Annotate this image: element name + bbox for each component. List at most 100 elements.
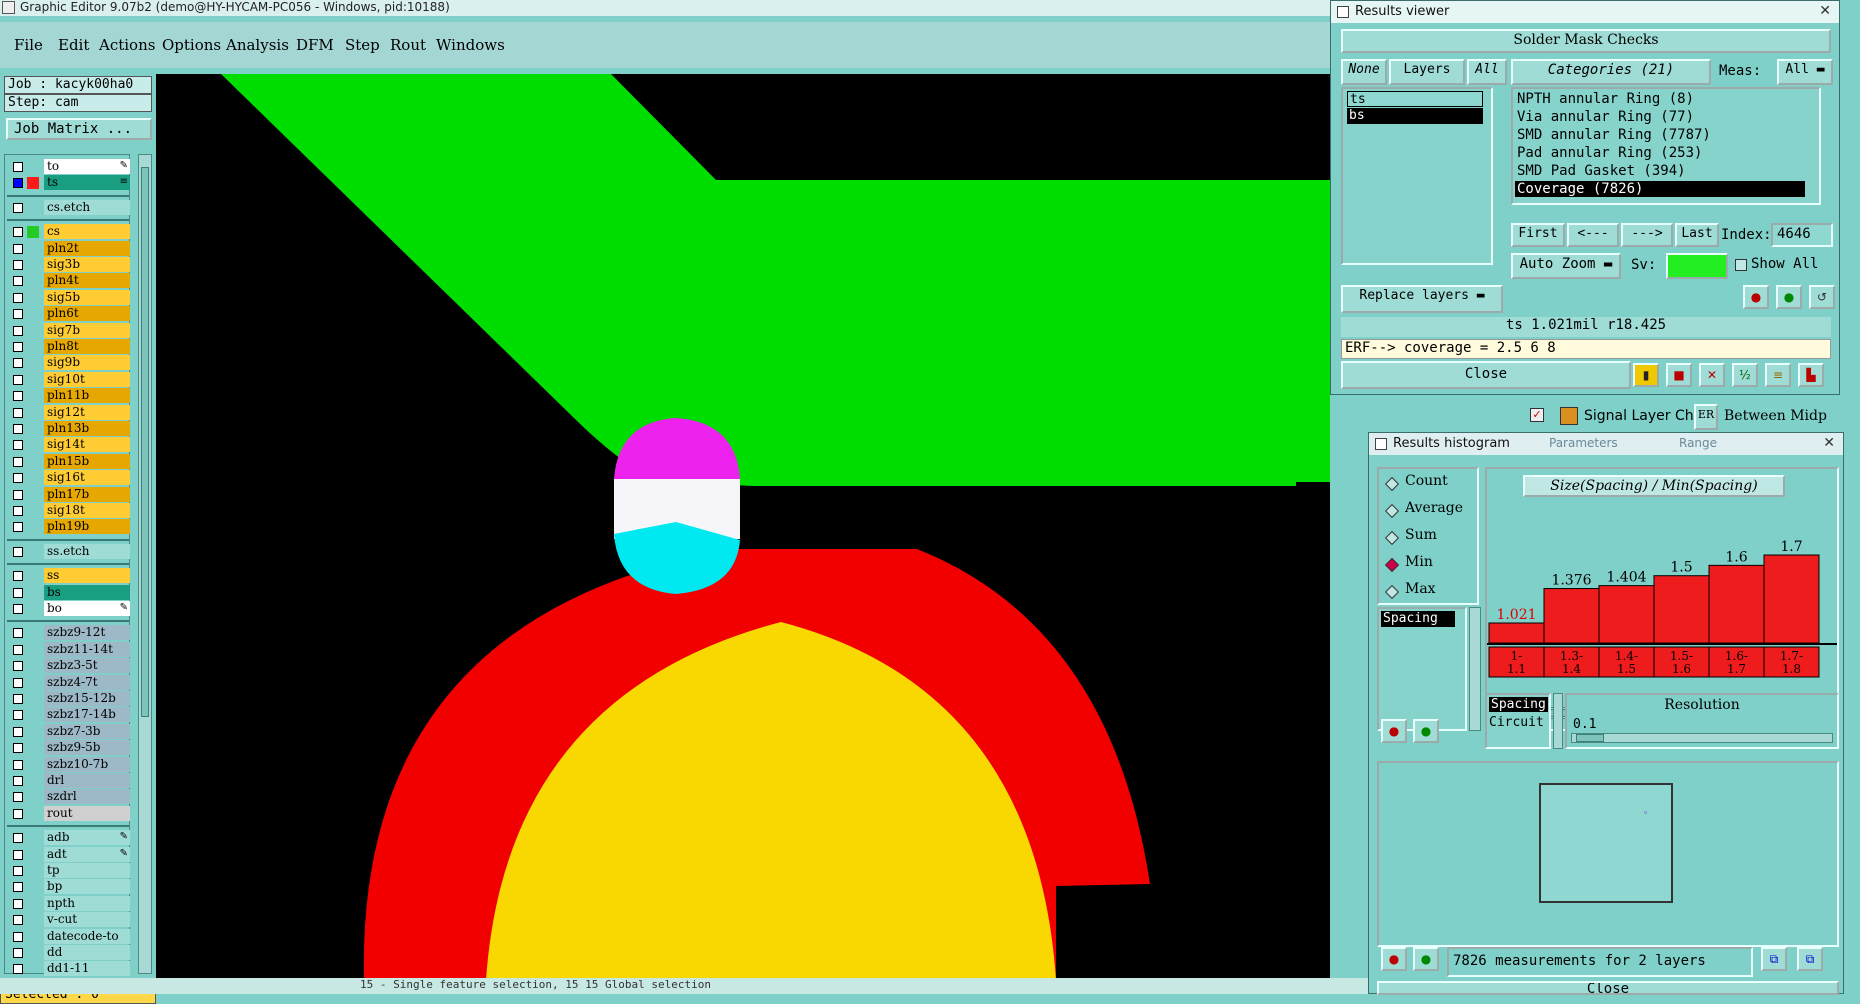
categories-button[interactable]: Categories (21) — [1511, 59, 1711, 85]
layer-row[interactable]: pln8t — [7, 339, 130, 354]
none-button[interactable]: None — [1341, 59, 1387, 85]
sv-color-dropdown[interactable] — [1666, 253, 1728, 279]
layer-checkbox[interactable] — [13, 260, 23, 270]
layer-row[interactable]: cs.etch — [7, 199, 130, 215]
histogram-close-button[interactable]: Close — [1377, 981, 1839, 995]
layer-row[interactable]: dd — [7, 945, 130, 960]
layer-checkbox[interactable] — [13, 710, 23, 721]
layer-name[interactable]: rout — [44, 805, 130, 821]
layer-row[interactable]: sig5b — [7, 289, 130, 305]
layer-name[interactable]: szbz4-7t — [44, 674, 130, 690]
layer-checkbox[interactable] — [13, 325, 23, 336]
layer-name[interactable]: adt ✎ — [44, 846, 130, 862]
layer-row[interactable]: sig3b — [7, 257, 130, 272]
range-tab[interactable]: Range — [1679, 433, 1717, 454]
measure-list-scrollbar[interactable] — [1469, 607, 1481, 731]
zoom-frame-icon[interactable]: ⧉ — [1761, 947, 1787, 971]
layer-name[interactable]: drl — [44, 773, 130, 788]
list-item[interactable]: bs — [1347, 108, 1483, 124]
layer-row[interactable]: szbz11-14t — [7, 641, 130, 657]
layer-checkbox[interactable] — [13, 644, 23, 655]
category-item[interactable]: SMD Pad Gasket (394) — [1515, 163, 1805, 179]
show-all-checkbox[interactable] — [1735, 259, 1747, 271]
layer-name[interactable]: to ✎ — [44, 159, 130, 174]
layer-row[interactable]: szdrl — [7, 789, 130, 805]
layer-row[interactable]: szbz3-5t — [7, 658, 130, 674]
graphic-canvas[interactable] — [156, 74, 1330, 980]
layer-checkbox[interactable] — [13, 677, 23, 688]
layer-name[interactable]: tp — [44, 863, 130, 878]
first-button[interactable]: First — [1511, 223, 1565, 247]
layer-name[interactable]: szbz15-12b — [44, 691, 130, 706]
layer-checkbox[interactable] — [13, 506, 23, 516]
layer-name[interactable]: sig7b — [44, 322, 130, 338]
layer-name[interactable]: ss.etch — [44, 543, 130, 559]
layer-row[interactable]: pln2t — [7, 240, 130, 256]
layer-checkbox[interactable] — [13, 342, 23, 352]
layer-checkbox[interactable] — [13, 915, 23, 926]
layer-checkbox[interactable] — [13, 391, 23, 402]
layer-name[interactable]: sig9b — [44, 355, 130, 371]
layer-name[interactable]: pln6t — [44, 306, 130, 322]
layer-checkbox[interactable] — [13, 522, 23, 533]
menu-file[interactable]: File — [14, 36, 43, 54]
layer-checkbox[interactable] — [13, 792, 23, 803]
layer-checkbox[interactable] — [13, 931, 23, 942]
layer-name[interactable]: szbz9-5b — [44, 740, 130, 756]
layer-name[interactable]: szdrl — [44, 789, 130, 805]
layer-checkbox[interactable] — [13, 456, 23, 467]
layer-row[interactable]: szbz4-7t — [7, 674, 130, 690]
histogram-bar[interactable] — [1653, 575, 1710, 644]
layer-checkbox[interactable] — [13, 833, 23, 844]
layer-name[interactable]: dd1-11 — [44, 961, 130, 977]
layer-checkbox[interactable] — [13, 759, 23, 770]
category-item[interactable]: SMD annular Ring (7787) — [1515, 127, 1805, 143]
menu-dfm[interactable]: DFM — [296, 36, 334, 54]
layer-row[interactable]: ss.etch — [7, 543, 130, 559]
layer-checkbox[interactable] — [13, 964, 23, 975]
last-button[interactable]: Last — [1675, 223, 1719, 247]
histogram-bar[interactable] — [1543, 588, 1600, 644]
zoom-window-icon[interactable]: ⧉ — [1797, 947, 1823, 971]
layer-list-scrollbar[interactable] — [138, 154, 152, 974]
layer-checkbox[interactable] — [13, 776, 23, 786]
layer-checkbox[interactable] — [13, 276, 23, 287]
layers-button[interactable]: Layers — [1389, 59, 1465, 85]
index-input[interactable]: 4646 — [1771, 223, 1833, 247]
meas-dropdown[interactable]: All ▬ — [1777, 59, 1833, 85]
list-item[interactable]: Spacing — [1381, 611, 1455, 627]
layer-row[interactable]: sig16t — [7, 470, 130, 486]
layer-checkbox[interactable] — [13, 948, 23, 958]
layer-checkbox[interactable] — [13, 604, 23, 614]
histogram-bar[interactable] — [1763, 554, 1820, 644]
mode-radio[interactable] — [1384, 476, 1400, 492]
layer-row[interactable]: bp — [7, 879, 130, 895]
layer-row[interactable]: tp — [7, 863, 130, 878]
layer-name[interactable]: datecode-to — [44, 928, 130, 944]
layer-row[interactable]: adb ✎ — [7, 830, 130, 846]
layer-name[interactable]: bs — [44, 584, 130, 600]
undo-icon[interactable]: ↺ — [1809, 285, 1835, 309]
layer-row[interactable]: adt ✎ — [7, 846, 130, 862]
layer-row[interactable]: sig10t — [7, 371, 130, 387]
menu-rout[interactable]: Rout — [390, 36, 426, 54]
parameters-tab[interactable]: Parameters — [1549, 433, 1618, 454]
layer-name[interactable]: pln11b — [44, 388, 130, 404]
layer-checkbox[interactable] — [13, 587, 23, 598]
layer-name[interactable]: sig14t — [44, 437, 130, 453]
resolution-slider[interactable] — [1571, 733, 1833, 743]
all-button[interactable]: All — [1467, 59, 1507, 85]
layer-checkbox[interactable] — [13, 661, 23, 672]
refresh-icon[interactable]: ● — [1413, 947, 1439, 971]
layer-name[interactable]: sig3b — [44, 257, 130, 272]
layer-row[interactable]: bo ✎ — [7, 601, 130, 616]
resolution-list-scrollbar[interactable] — [1553, 693, 1563, 749]
layer-checkbox[interactable] — [13, 473, 23, 484]
layer-checkbox[interactable] — [13, 546, 23, 557]
layer-checkbox[interactable] — [13, 243, 23, 254]
menu-step[interactable]: Step — [345, 36, 380, 54]
layer-name[interactable]: bo ✎ — [44, 601, 130, 616]
layer-name[interactable]: pln19b — [44, 519, 130, 535]
layer-checkbox[interactable] — [13, 808, 23, 819]
report-icon[interactable]: ■ — [1666, 363, 1692, 387]
